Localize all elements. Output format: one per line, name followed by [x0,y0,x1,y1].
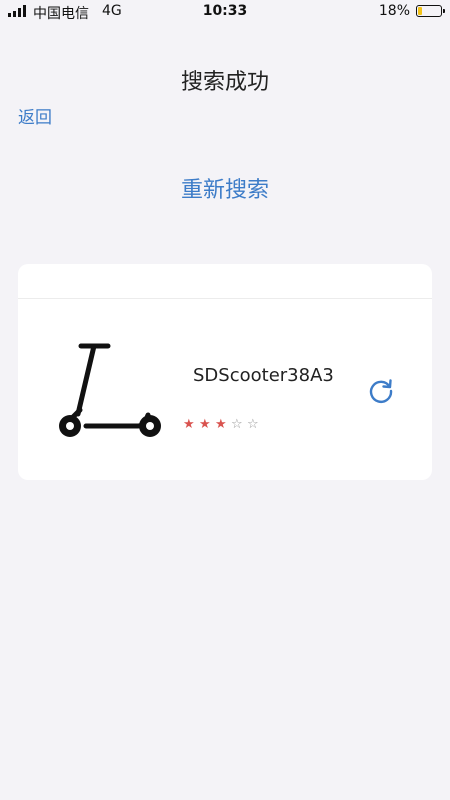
back-button[interactable]: 返回 [18,103,52,128]
battery-icon [416,5,445,17]
star-filled-icon: ★ [199,417,211,432]
device-card[interactable]: SDScooter38A3 ★ ★ ★ ☆ ☆ [18,264,432,480]
scooter-icon [59,343,161,437]
star-empty-icon: ☆ [231,417,243,432]
card-divider [18,298,432,299]
status-bar: 中国电信 4G 10:33 18% [0,0,450,24]
device-name: SDScooter38A3 [193,365,334,386]
refresh-icon[interactable] [367,377,395,405]
star-filled-icon: ★ [215,417,227,432]
page-title: 搜索成功 [180,70,269,95]
battery-level-fill [418,7,422,15]
star-filled-icon: ★ [183,417,195,432]
battery-percent: 18% [378,3,410,19]
rescan-button[interactable]: 重新搜索 [0,172,450,204]
star-empty-icon: ☆ [247,417,259,432]
